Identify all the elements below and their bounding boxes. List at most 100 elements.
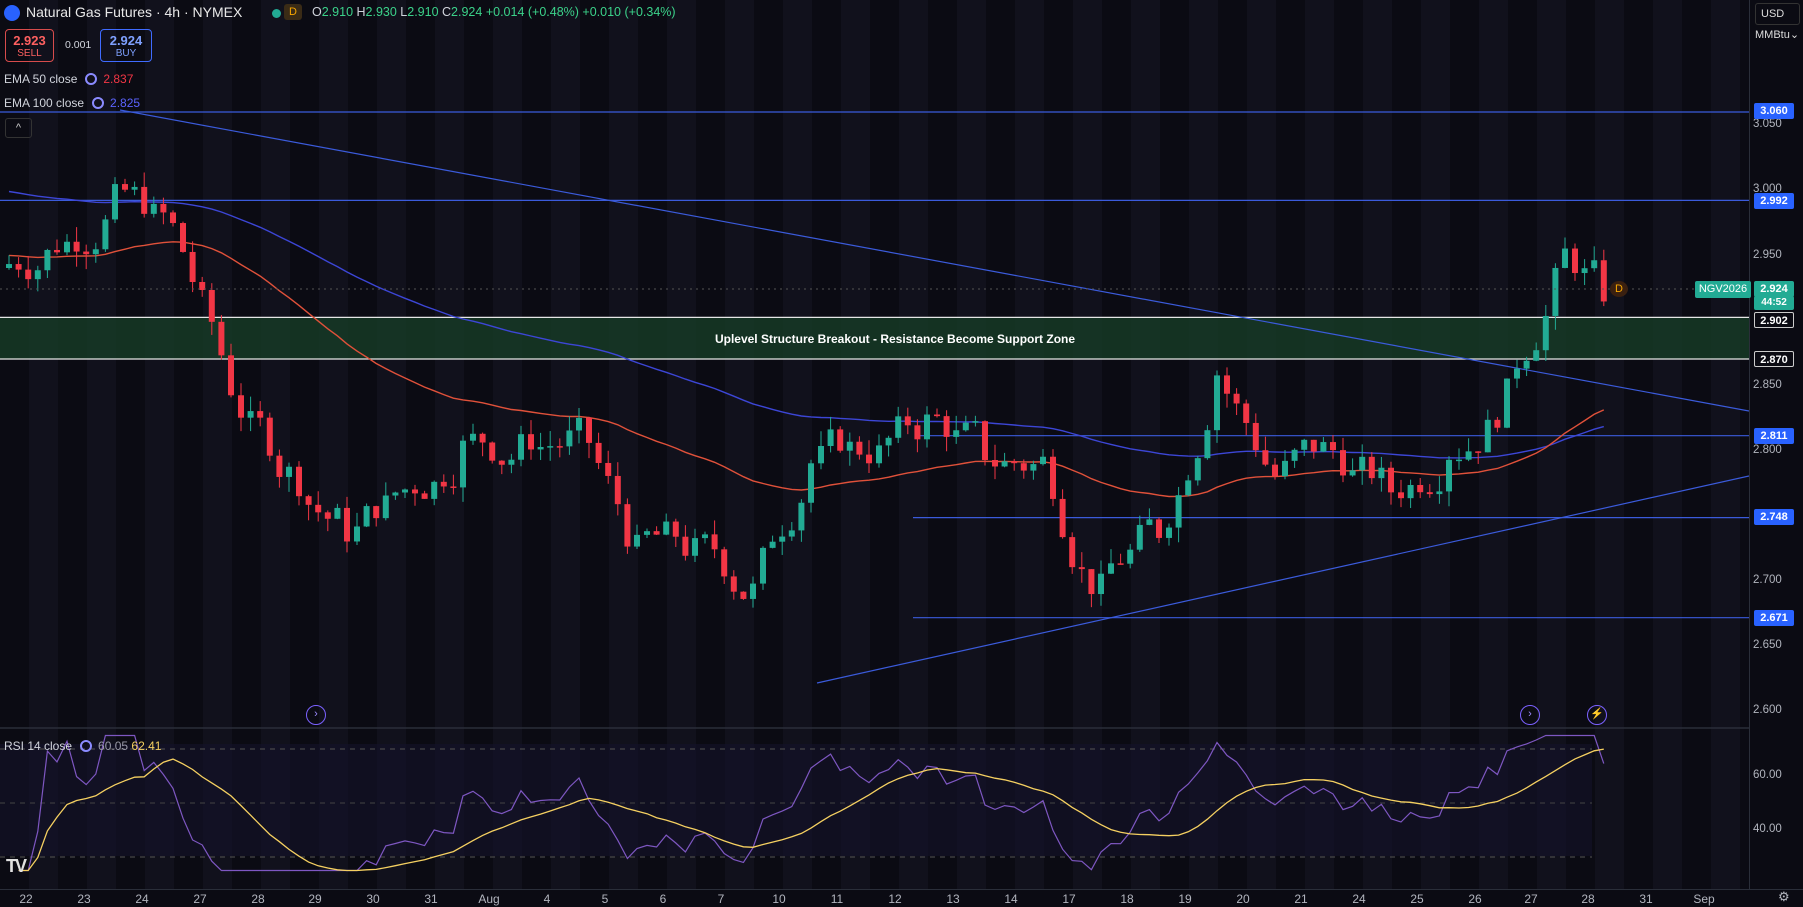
candle-body <box>1272 464 1278 477</box>
time-tick: 13 <box>946 892 960 906</box>
price-chart[interactable] <box>0 0 1749 889</box>
candle-body <box>1581 268 1588 274</box>
candle-body <box>953 430 960 437</box>
time-tick: 24 <box>1352 892 1366 906</box>
dividend-icon[interactable]: › <box>306 705 326 725</box>
time-tick: 29 <box>308 892 322 906</box>
candle-body <box>1378 467 1385 479</box>
candle-body <box>876 445 882 464</box>
time-tick: 27 <box>1524 892 1538 906</box>
candle-body <box>412 489 418 494</box>
chevron-down-icon: ⌄ <box>1789 29 1800 41</box>
bar-countdown: 44:52 <box>1754 296 1794 310</box>
candle-body <box>1117 563 1124 565</box>
candle-body <box>1359 456 1366 471</box>
candle-body <box>1398 492 1404 499</box>
sell-button[interactable]: 2.923 SELL <box>5 29 54 62</box>
level-tag[interactable]: 3.060 <box>1754 103 1794 119</box>
candle-body <box>131 186 138 190</box>
candle-body <box>44 249 51 271</box>
candle-body <box>634 534 640 547</box>
candle-body <box>382 495 389 519</box>
candle-body <box>440 481 447 487</box>
candle-body <box>489 442 496 461</box>
candle-body <box>266 417 273 456</box>
time-tick: 11 <box>830 892 844 906</box>
candle-body <box>315 504 322 513</box>
candle-body <box>1591 260 1598 269</box>
candle-body <box>672 521 679 537</box>
candle-body <box>1224 375 1230 394</box>
candle-body <box>354 526 360 542</box>
dividend-icon[interactable]: › <box>1520 705 1540 725</box>
candle-body <box>112 184 118 220</box>
candle-body <box>914 425 921 440</box>
symbol-title[interactable]: Natural Gas Futures · 4h · NYMEX <box>26 4 242 20</box>
candle-body <box>934 414 940 417</box>
ohlc-readout: O2.910 H2.930 L2.910 C2.924 +0.014 (+0.4… <box>312 5 676 19</box>
level-tag[interactable]: 2.870 <box>1754 351 1794 367</box>
candle-body <box>247 411 254 418</box>
candle-body <box>92 249 99 255</box>
candle-body <box>866 454 872 464</box>
rsi-legend[interactable]: RSI 14 close 60.05 62.41 <box>4 739 161 753</box>
candle-body <box>1310 439 1317 452</box>
indicator-settings-icon[interactable] <box>85 73 98 85</box>
timeframe-badge[interactable]: D <box>284 4 302 20</box>
level-tag[interactable]: 2.671 <box>1754 610 1794 626</box>
indicator-settings-icon[interactable] <box>92 97 105 109</box>
lightning-icon[interactable]: ⚡ <box>1587 705 1607 725</box>
candle-body <box>1320 442 1327 452</box>
candle-body <box>1349 470 1356 476</box>
settings-gear-icon[interactable]: ⚙ <box>1778 889 1790 905</box>
candle-body <box>721 549 728 577</box>
candle-body <box>827 429 834 447</box>
candle-body <box>141 186 148 214</box>
candle-body <box>6 264 12 268</box>
candle-body <box>1572 248 1578 274</box>
candle-body <box>972 421 979 423</box>
candle-body <box>1001 461 1008 467</box>
candle-body <box>1127 549 1134 564</box>
timeframe-marker-icon[interactable]: D <box>1610 281 1628 297</box>
price-tick: 3.050 <box>1753 118 1782 130</box>
candle-body <box>692 538 698 556</box>
ema100-legend[interactable]: EMA 100 close 2.825 <box>4 96 140 110</box>
candle-body <box>1514 368 1520 379</box>
ema50-legend[interactable]: EMA 50 close 2.837 <box>4 72 133 86</box>
candle-body <box>1436 491 1443 495</box>
candle-body <box>1465 451 1472 460</box>
level-tag[interactable]: 2.902 <box>1754 312 1794 328</box>
unit-selector[interactable]: MMBtu⌄ <box>1755 28 1799 41</box>
level-tag[interactable]: 2.748 <box>1754 509 1794 525</box>
candle-body <box>1146 519 1153 525</box>
candle-body <box>1185 480 1192 496</box>
level-tag[interactable]: 2.992 <box>1754 193 1794 209</box>
buy-button[interactable]: 2.924 BUY <box>100 29 152 62</box>
candle-body <box>1494 419 1501 428</box>
candle-body <box>286 466 292 477</box>
candle-body <box>528 434 534 450</box>
time-tick: 28 <box>1581 892 1595 906</box>
candle-body <box>122 184 128 190</box>
candle-body <box>1108 563 1114 574</box>
time-tick: 26 <box>1468 892 1482 906</box>
time-tick: 18 <box>1120 892 1134 906</box>
support-zone-label[interactable]: Uplevel Structure Breakout - Resistance … <box>600 332 1190 346</box>
gas-flame-icon <box>4 5 20 21</box>
candle-body <box>943 416 950 437</box>
collapse-legend-button[interactable]: ^ <box>5 118 32 138</box>
candle-body <box>102 219 109 250</box>
candle-body <box>518 434 524 460</box>
tv-logo-icon[interactable]: TV <box>6 856 27 877</box>
time-tick: 22 <box>19 892 33 906</box>
indicator-settings-icon[interactable] <box>80 740 93 752</box>
candle-body <box>740 591 747 599</box>
market-status-icon[interactable] <box>272 9 281 18</box>
candle-body <box>1542 315 1549 351</box>
level-tag[interactable]: 2.811 <box>1754 428 1794 444</box>
candle-body <box>556 446 563 448</box>
candle-body <box>1204 430 1211 459</box>
currency-selector[interactable]: USD <box>1755 3 1800 25</box>
candle-body <box>730 576 737 592</box>
